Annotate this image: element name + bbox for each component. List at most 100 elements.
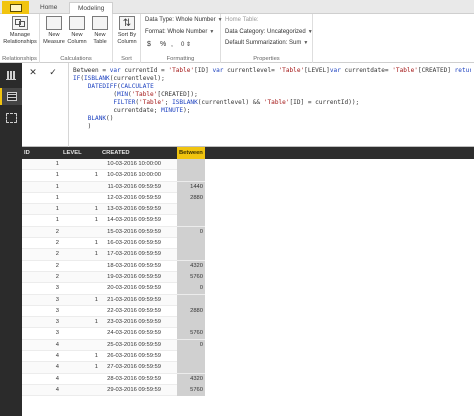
- data-type-dropdown[interactable]: Data Type: Whole Number ▼: [145, 17, 223, 23]
- group-label-formatting: Formatting: [166, 56, 195, 62]
- column-header-level[interactable]: LEVEL: [61, 147, 100, 159]
- new-measure-icon: [46, 16, 62, 30]
- file-menu-button[interactable]: [2, 1, 29, 14]
- table-row[interactable]: 3 24-03-2016 09:59:59 5760: [22, 328, 205, 340]
- decimals-stepper[interactable]: 0 ⇕: [181, 41, 191, 48]
- table-row[interactable]: 1 1 13-03-2016 09:59:59: [22, 204, 205, 216]
- relationships-view-button[interactable]: [2, 109, 20, 126]
- data-category-dropdown[interactable]: Data Category: Uncategorized ▼: [225, 29, 313, 35]
- table-row[interactable]: 3 20-03-2016 09:59:59 0: [22, 283, 205, 295]
- formula-line: ): [73, 123, 92, 130]
- tab-home[interactable]: Home: [32, 2, 65, 14]
- new-table-icon: [92, 16, 108, 30]
- cell-id: 3: [55, 285, 59, 292]
- cell-id: 4: [55, 364, 59, 371]
- table-row[interactable]: 1 10-03-2016 10:00:00: [22, 159, 205, 171]
- cell-created: 17-03-2016 09:59:59: [107, 251, 161, 258]
- formula-line: Between = var currentId = 'Table'[ID] va…: [73, 67, 471, 74]
- column-header-id[interactable]: ID: [22, 147, 61, 159]
- table-row[interactable]: 1 1 14-03-2016 09:59:59: [22, 215, 205, 227]
- column-header-between[interactable]: Between: [177, 147, 205, 159]
- title-bar: Home Modeling: [0, 0, 474, 15]
- cell-created: 26-03-2016 09:59:59: [107, 353, 161, 360]
- table-row[interactable]: 4 1 26-03-2016 09:59:59: [22, 351, 205, 363]
- cell-created: 28-03-2016 09:59:59: [107, 375, 161, 382]
- cell-level: 1: [94, 319, 98, 326]
- table-row[interactable]: 2 1 16-03-2016 09:59:59: [22, 238, 205, 250]
- table-row[interactable]: 2 15-03-2016 09:59:59 0: [22, 226, 205, 239]
- manage-relationships-button[interactable]: Manage Relationships: [3, 16, 37, 45]
- table-row[interactable]: 4 1 27-03-2016 09:59:59: [22, 362, 205, 374]
- cell-level: 1: [94, 251, 98, 258]
- table-row[interactable]: 2 19-03-2016 09:59:59 5760: [22, 271, 205, 284]
- new-measure-label-2: Measure: [43, 38, 65, 45]
- table-row[interactable]: 3 1 23-03-2016 09:59:59: [22, 317, 205, 329]
- cell-level: [61, 261, 100, 272]
- new-measure-button[interactable]: New Measure: [43, 16, 65, 45]
- table-row[interactable]: 1 11-03-2016 09:59:59 1440: [22, 181, 205, 193]
- comma-button[interactable]: ,: [171, 41, 173, 48]
- cell-level: [61, 193, 100, 204]
- table-row[interactable]: 2 18-03-2016 09:59:59 4320: [22, 260, 205, 272]
- cell-created: 13-03-2016 09:59:59: [107, 206, 161, 213]
- commit-formula-button[interactable]: ✓: [46, 66, 60, 78]
- table-row[interactable]: 3 22-03-2016 09:59:59 2880: [22, 305, 205, 318]
- report-view-button[interactable]: [2, 67, 20, 84]
- table-row[interactable]: 1 12-03-2016 09:59:59 2880: [22, 192, 205, 205]
- cell-between: 2880: [177, 192, 205, 204]
- cancel-formula-button[interactable]: ✕: [26, 66, 40, 78]
- data-view-icon: [7, 92, 17, 101]
- chevron-down-icon: ▼: [209, 29, 215, 35]
- data-view-button[interactable]: [0, 88, 22, 105]
- default-summarization-label: Default Summarization: Sum: [225, 40, 302, 46]
- default-summarization-dropdown[interactable]: Default Summarization: Sum ▼: [225, 40, 308, 46]
- sort-by-column-button[interactable]: ⇅ Sort By Column: [115, 16, 139, 45]
- new-column-icon: [69, 16, 85, 30]
- cell-created: 29-03-2016 09:59:59: [107, 386, 161, 393]
- table-row[interactable]: 1 1 10-03-2016 10:00:00: [22, 170, 205, 182]
- table-row[interactable]: 2 1 17-03-2016 09:59:59: [22, 249, 205, 261]
- cell-between: [177, 362, 205, 374]
- cell-between: 4320: [177, 260, 205, 272]
- chevron-down-icon: ▼: [303, 40, 309, 46]
- formula-bar: ✕ ✓ Between = var currentId = 'Table'[ID…: [22, 63, 474, 147]
- group-label-relationships: Relationships: [2, 56, 37, 62]
- cell-created: 23-03-2016 09:59:59: [107, 319, 161, 326]
- table-row[interactable]: 4 25-03-2016 09:59:59 0: [22, 339, 205, 352]
- formula-editor[interactable]: Between = var currentId = 'Table'[ID] va…: [73, 67, 471, 131]
- group-label-properties: Properties: [253, 56, 280, 62]
- sort-by-label-2: Column: [117, 38, 137, 45]
- ribbon-group-properties: Home Table: Data Category: Uncategorized…: [221, 14, 313, 63]
- cell-between: [177, 215, 205, 227]
- cell-level: [61, 182, 100, 193]
- cell-id: 3: [55, 330, 59, 337]
- table-row[interactable]: 3 1 21-03-2016 09:59:59: [22, 294, 205, 306]
- cell-between: [177, 351, 205, 363]
- percent-button[interactable]: %: [160, 41, 166, 48]
- cell-between: 5760: [177, 271, 205, 283]
- cell-created: 27-03-2016 09:59:59: [107, 364, 161, 371]
- cell-level: [61, 159, 100, 170]
- table-row[interactable]: 4 29-03-2016 09:59:59 5760: [22, 384, 205, 397]
- data-grid: ID LEVEL CREATED Between 1 10-03-2016 10:…: [22, 147, 474, 416]
- cell-level: 1: [94, 296, 98, 303]
- currency-button[interactable]: $: [147, 41, 151, 48]
- cell-created: 16-03-2016 09:59:59: [107, 240, 161, 247]
- cell-id: 4: [55, 375, 59, 382]
- cell-created: 21-03-2016 09:59:59: [107, 296, 161, 303]
- cell-level: 1: [94, 206, 98, 213]
- cell-id: 2: [55, 228, 59, 235]
- chevron-down-icon: ▼: [307, 29, 313, 35]
- formula-line: IF(ISBLANK(currentlevel);: [73, 75, 165, 82]
- decimals-value: 0: [181, 42, 185, 48]
- cell-id: 2: [55, 262, 59, 269]
- format-dropdown[interactable]: Format: Whole Number ▼: [145, 29, 214, 35]
- new-table-button[interactable]: New Table: [89, 16, 111, 45]
- column-header-created[interactable]: CREATED: [100, 147, 177, 159]
- cell-created: 10-03-2016 10:00:00: [107, 161, 161, 167]
- new-column-button[interactable]: New Column: [66, 16, 88, 45]
- cell-id: 3: [55, 296, 59, 303]
- new-column-label-2: Column: [67, 38, 87, 45]
- table-row[interactable]: 4 28-03-2016 09:59:59 4320: [22, 373, 205, 385]
- ribbon: Manage Relationships Relationships New M…: [0, 14, 474, 63]
